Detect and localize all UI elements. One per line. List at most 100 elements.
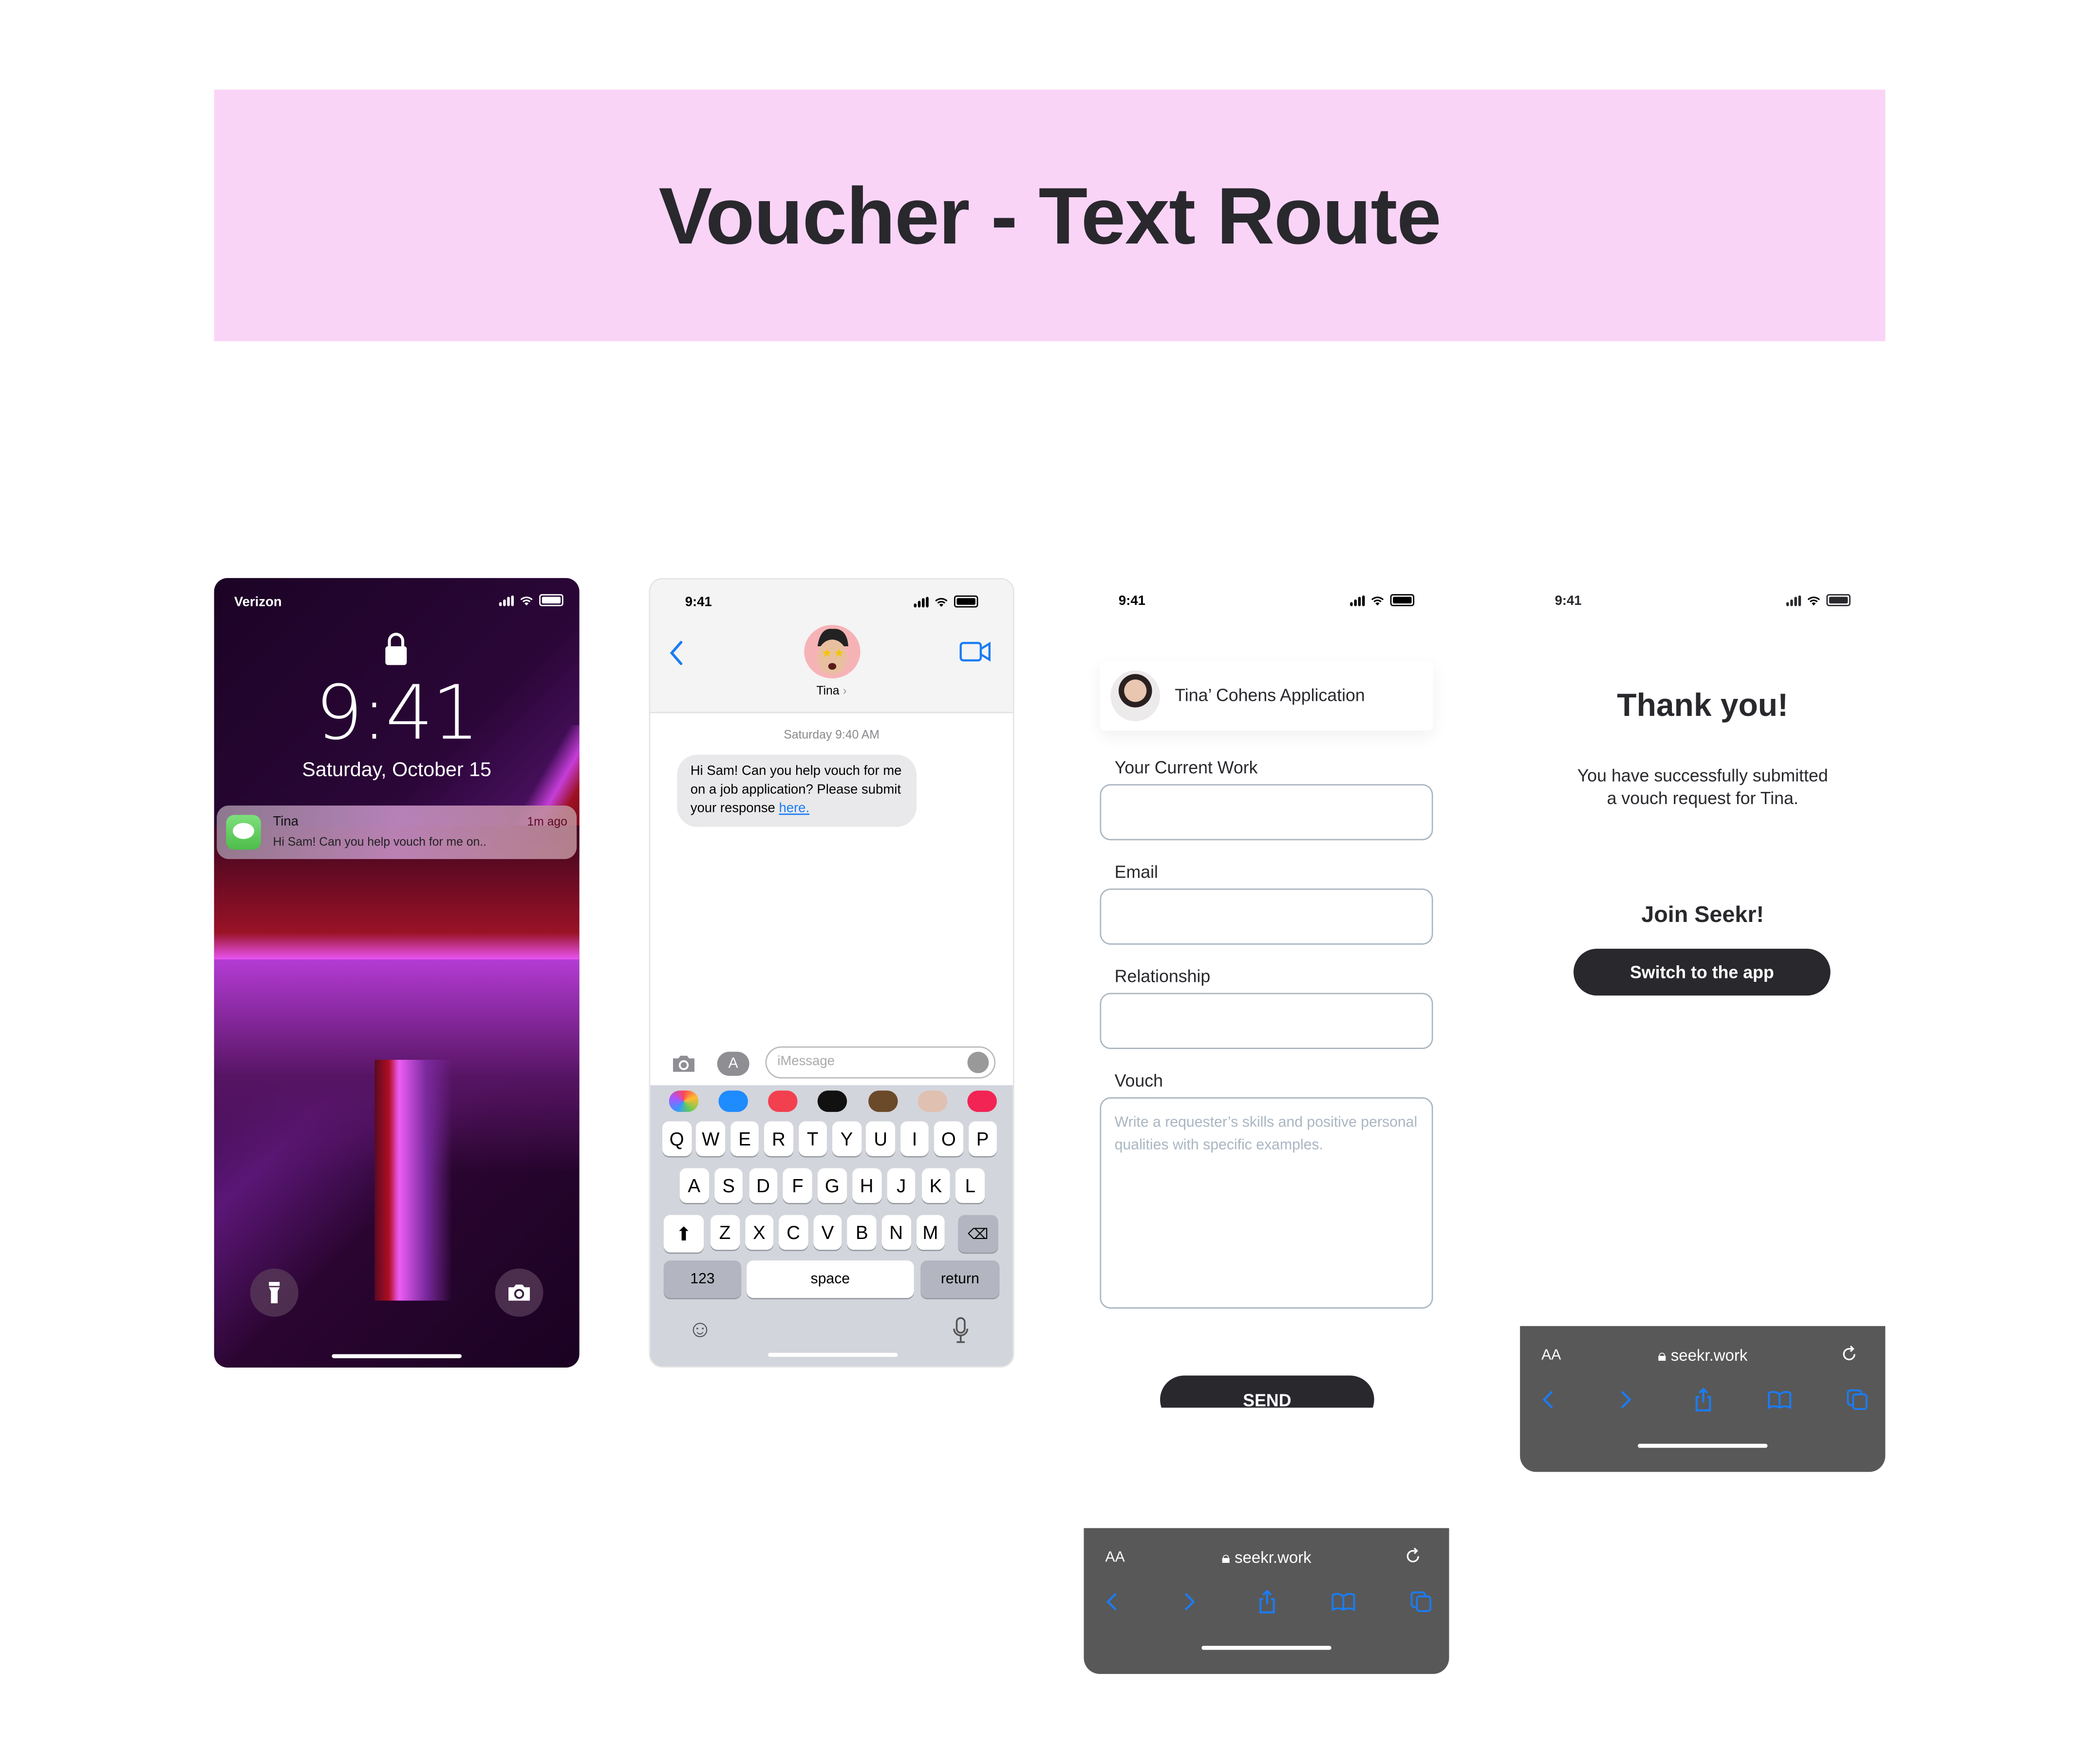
key-p[interactable]: P [968, 1121, 997, 1156]
key-b[interactable]: B [847, 1215, 877, 1250]
notification-sender: Tina [273, 815, 299, 830]
wifi-icon [1371, 596, 1384, 605]
key-u[interactable]: U [866, 1121, 895, 1156]
key-e[interactable]: E [730, 1121, 759, 1156]
forward-icon[interactable] [1611, 1385, 1640, 1414]
key-return[interactable]: return [920, 1260, 1000, 1298]
share-icon[interactable] [1688, 1385, 1717, 1414]
key-space[interactable]: space [747, 1260, 914, 1298]
tabs-icon[interactable] [1406, 1587, 1436, 1616]
relationship-input[interactable] [1100, 993, 1433, 1050]
key-j[interactable]: J [887, 1168, 916, 1203]
status-icons [499, 594, 563, 606]
bookmarks-icon[interactable] [1329, 1587, 1358, 1616]
safari-nav [1534, 1385, 1872, 1414]
back-icon[interactable] [1097, 1587, 1126, 1616]
key-w[interactable]: W [696, 1121, 725, 1156]
key-numbers[interactable]: 123 [663, 1260, 742, 1298]
shift-icon: ⬆ [675, 1222, 692, 1244]
key-s[interactable]: S [714, 1168, 743, 1203]
vouch-form-phone: 9:41 Tina’ Cohens Application Your Curre… [1084, 578, 1449, 1408]
send-button[interactable]: SEND [1160, 1375, 1374, 1408]
key-delete[interactable]: ⌫ [958, 1215, 998, 1253]
safari-toolbar: AA 🔒︎ seekr.work [1084, 1528, 1449, 1674]
microphone-icon[interactable] [953, 1317, 969, 1344]
share-icon[interactable] [1252, 1587, 1281, 1616]
key-c[interactable]: C [779, 1215, 808, 1250]
thank-you-phone: 9:41 Thank you! You have successfully su… [1520, 578, 1886, 1328]
tabs-icon[interactable] [1842, 1385, 1872, 1414]
email-input[interactable] [1100, 888, 1433, 945]
signal-icon [1350, 595, 1365, 606]
app-store-icon[interactable] [718, 1090, 749, 1112]
key-r[interactable]: R [764, 1121, 793, 1156]
key-f[interactable]: F [783, 1168, 812, 1203]
key-shift[interactable]: ⬆ [663, 1215, 704, 1253]
switch-to-app-button[interactable]: Switch to the app [1574, 948, 1831, 996]
field-label-email: Email [1114, 862, 1159, 882]
messages-phone: 9:41 ★ ★ Tina › Saturday 9:40 AM Hi Sam! … [649, 578, 1014, 1368]
emoji-icon[interactable]: ☺ [688, 1315, 712, 1344]
flashlight-icon [269, 1282, 280, 1304]
lock-icon [385, 633, 407, 665]
audio-message-icon[interactable] [967, 1051, 989, 1073]
key-v[interactable]: V [813, 1215, 842, 1250]
bookmarks-icon[interactable] [1765, 1385, 1795, 1414]
lock-screen-phone: Verizon 9:41 Saturday, October 15 Tina H… [214, 578, 580, 1368]
application-card: Tina’ Cohens Application [1100, 661, 1433, 731]
key-o[interactable]: O [934, 1121, 963, 1156]
video-call-icon[interactable] [959, 641, 992, 662]
music-icon[interactable] [768, 1090, 798, 1112]
key-q[interactable]: Q [662, 1121, 692, 1156]
applicant-avatar [1110, 670, 1161, 721]
key-x[interactable]: X [745, 1215, 774, 1250]
memoji-icon[interactable] [868, 1090, 898, 1112]
signal-icon [499, 595, 514, 606]
reload-icon[interactable] [1404, 1547, 1422, 1565]
search-images-icon[interactable] [967, 1090, 997, 1112]
contact-avatar[interactable]: ★ ★ [804, 625, 861, 678]
key-g[interactable]: G [818, 1168, 847, 1203]
battery-icon [1390, 594, 1415, 606]
response-link[interactable]: here. [779, 802, 809, 816]
message-bubble: Hi Sam! Can you help vouch for me on a j… [677, 754, 917, 827]
key-l[interactable]: L [955, 1168, 985, 1203]
key-y[interactable]: Y [832, 1121, 862, 1156]
key-k[interactable]: K [921, 1168, 950, 1203]
lock-date: Saturday, October 15 [302, 758, 491, 782]
flashlight-button[interactable] [250, 1268, 299, 1317]
key-z[interactable]: Z [710, 1215, 739, 1250]
app-store-icon[interactable]: A [717, 1051, 749, 1076]
key-m[interactable]: M [916, 1215, 945, 1250]
back-icon[interactable] [1534, 1385, 1563, 1414]
field-label-current-work: Your Current Work [1114, 757, 1258, 778]
reload-icon[interactable] [1840, 1345, 1858, 1363]
current-work-input[interactable] [1100, 784, 1433, 841]
battery-icon [954, 595, 978, 608]
back-chevron-icon[interactable] [666, 638, 685, 668]
animoji-icon[interactable] [918, 1090, 947, 1112]
key-i[interactable]: I [900, 1121, 929, 1156]
imessage-input[interactable]: iMessage [765, 1046, 996, 1079]
vouch-textarea[interactable] [1100, 1097, 1433, 1309]
key-a[interactable]: A [679, 1168, 709, 1203]
camera-button[interactable] [495, 1268, 543, 1317]
address-bar[interactable]: 🔒︎ seekr.work [1084, 1548, 1449, 1568]
notification-time: 1m ago [527, 815, 567, 828]
status-icons [1350, 594, 1415, 606]
apple-pay-icon[interactable] [818, 1090, 848, 1112]
status-icons [914, 595, 978, 608]
message-notification[interactable]: Tina Hi Sam! Can you help vouch for me o… [217, 805, 577, 859]
signal-icon [1786, 595, 1801, 606]
key-n[interactable]: N [881, 1215, 911, 1250]
contact-name[interactable]: Tina › [650, 684, 1013, 697]
address-bar[interactable]: 🔒︎ seekr.work [1520, 1346, 1885, 1366]
photos-icon[interactable] [669, 1090, 699, 1112]
forward-icon[interactable] [1175, 1587, 1204, 1616]
key-h[interactable]: H [852, 1168, 881, 1203]
key-d[interactable]: D [749, 1168, 778, 1203]
key-t[interactable]: T [798, 1121, 827, 1156]
carrier-label: Verizon [234, 595, 282, 610]
camera-icon[interactable] [672, 1054, 695, 1073]
battery-icon [1826, 594, 1851, 606]
